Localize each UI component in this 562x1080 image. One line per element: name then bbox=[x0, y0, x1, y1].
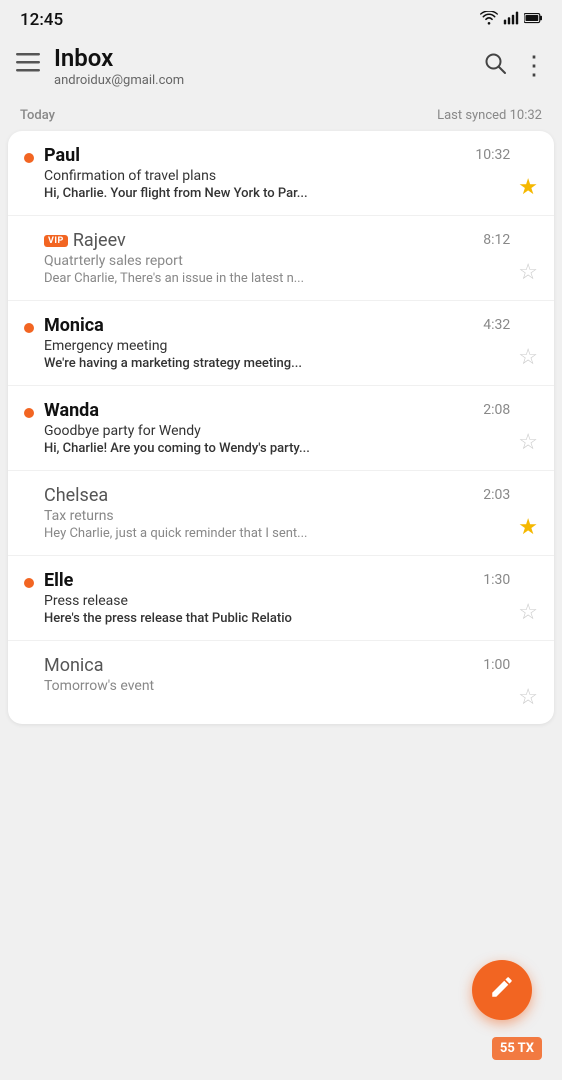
star-button[interactable]: ☆ bbox=[518, 345, 538, 370]
email-subject: Quatrterly sales report bbox=[44, 253, 510, 269]
email-sender: Elle bbox=[44, 570, 73, 591]
star-button[interactable]: ☆ bbox=[518, 430, 538, 455]
unread-indicator bbox=[24, 408, 34, 418]
email-time: 2:03 bbox=[483, 487, 510, 503]
email-content: VIPRajeev 8:12 Quatrterly sales report D… bbox=[44, 230, 510, 286]
email-time: 1:30 bbox=[483, 572, 510, 588]
email-time: 10:32 bbox=[475, 147, 510, 163]
status-time: 12:45 bbox=[20, 10, 63, 30]
email-subject: Tomorrow's event bbox=[44, 678, 510, 694]
email-content: Monica 4:32 Emergency meeting We're havi… bbox=[44, 315, 510, 371]
email-preview: Hi, Charlie! Are you coming to Wendy's p… bbox=[44, 441, 414, 456]
email-sender-row: Chelsea 2:03 bbox=[44, 485, 510, 506]
star-button[interactable]: ☆ bbox=[518, 600, 538, 625]
email-time: 4:32 bbox=[483, 317, 510, 333]
star-empty-icon: ☆ bbox=[518, 430, 538, 455]
email-preview: We're having a marketing strategy meetin… bbox=[44, 356, 414, 371]
email-content: Monica 1:00 Tomorrow's event bbox=[44, 655, 510, 696]
unread-indicator bbox=[24, 153, 34, 163]
email-sender-row: Paul 10:32 bbox=[44, 145, 510, 166]
email-sender-row: Elle 1:30 bbox=[44, 570, 510, 591]
wifi-icon bbox=[480, 11, 498, 29]
toolbar-title-group: Inbox androidux@gmail.com bbox=[54, 44, 483, 88]
star-button[interactable]: ★ bbox=[518, 515, 538, 540]
compose-fab[interactable] bbox=[472, 960, 532, 1020]
star-empty-icon: ☆ bbox=[518, 685, 538, 710]
star-icon: ★ bbox=[518, 175, 538, 200]
page-title: Inbox bbox=[54, 44, 483, 73]
email-preview: Dear Charlie, There's an issue in the la… bbox=[44, 271, 414, 286]
signal-icon bbox=[503, 11, 519, 29]
email-item-paul[interactable]: Paul 10:32 Confirmation of travel plans … bbox=[8, 131, 554, 216]
star-icon: ★ bbox=[518, 515, 538, 540]
compose-icon bbox=[489, 974, 515, 1006]
email-item-rajeev[interactable]: VIPRajeev 8:12 Quatrterly sales report D… bbox=[8, 216, 554, 301]
email-content: Wanda 2:08 Goodbye party for Wendy Hi, C… bbox=[44, 400, 510, 456]
email-sender-row: Monica 4:32 bbox=[44, 315, 510, 336]
account-subtitle: androidux@gmail.com bbox=[54, 73, 483, 88]
toolbar: Inbox androidux@gmail.com ⋮ bbox=[0, 36, 562, 100]
email-item-wanda[interactable]: Wanda 2:08 Goodbye party for Wendy Hi, C… bbox=[8, 386, 554, 471]
star-empty-icon: ☆ bbox=[518, 600, 538, 625]
email-sender: Monica bbox=[44, 655, 104, 676]
email-subject: Confirmation of travel plans bbox=[44, 168, 510, 184]
battery-icon bbox=[524, 12, 542, 28]
email-preview: Hey Charlie, just a quick reminder that … bbox=[44, 526, 414, 541]
email-time: 2:08 bbox=[483, 402, 510, 418]
email-sender-row: VIPRajeev 8:12 bbox=[44, 230, 510, 251]
email-sender: Chelsea bbox=[44, 485, 108, 506]
email-subject: Goodbye party for Wendy bbox=[44, 423, 510, 439]
vip-tag: VIP bbox=[44, 235, 68, 247]
email-preview: Hi, Charlie. Your flight from New York t… bbox=[44, 186, 414, 201]
email-subject: Tax returns bbox=[44, 508, 510, 524]
unread-indicator bbox=[24, 323, 34, 333]
read-indicator bbox=[24, 663, 34, 673]
email-sender-row: Wanda 2:08 bbox=[44, 400, 510, 421]
email-item-monica1[interactable]: Monica 4:32 Emergency meeting We're havi… bbox=[8, 301, 554, 386]
email-preview: Here's the press release that Public Rel… bbox=[44, 611, 414, 626]
email-time: 1:00 bbox=[483, 657, 510, 673]
email-sender-row: Monica 1:00 bbox=[44, 655, 510, 676]
email-content: Elle 1:30 Press release Here's the press… bbox=[44, 570, 510, 626]
read-indicator bbox=[24, 493, 34, 503]
email-sender: VIPRajeev bbox=[44, 230, 126, 251]
more-options-icon[interactable]: ⋮ bbox=[521, 51, 546, 81]
email-sender: Wanda bbox=[44, 400, 99, 421]
email-item-monica2[interactable]: Monica 1:00 Tomorrow's event ☆ bbox=[8, 641, 554, 724]
status-icons bbox=[480, 11, 542, 29]
email-content: Paul 10:32 Confirmation of travel plans … bbox=[44, 145, 510, 201]
email-subject: Press release bbox=[44, 593, 510, 609]
hamburger-icon[interactable] bbox=[16, 53, 40, 78]
search-icon[interactable] bbox=[483, 51, 507, 81]
email-content: Chelsea 2:03 Tax returns Hey Charlie, ju… bbox=[44, 485, 510, 541]
star-button[interactable]: ★ bbox=[518, 175, 538, 200]
email-time: 8:12 bbox=[483, 232, 510, 248]
section-label: Today bbox=[20, 108, 55, 123]
email-subject: Emergency meeting bbox=[44, 338, 510, 354]
star-empty-icon: ☆ bbox=[518, 260, 538, 285]
email-list: Paul 10:32 Confirmation of travel plans … bbox=[8, 131, 554, 724]
star-empty-icon: ☆ bbox=[518, 345, 538, 370]
email-sender: Monica bbox=[44, 315, 104, 336]
unread-indicator bbox=[24, 578, 34, 588]
email-item-chelsea[interactable]: Chelsea 2:03 Tax returns Hey Charlie, ju… bbox=[8, 471, 554, 556]
email-item-elle[interactable]: Elle 1:30 Press release Here's the press… bbox=[8, 556, 554, 641]
read-indicator bbox=[24, 238, 34, 248]
sync-status: Last synced 10:32 bbox=[437, 108, 542, 123]
star-button[interactable]: ☆ bbox=[518, 685, 538, 710]
section-header: Today Last synced 10:32 bbox=[0, 100, 562, 131]
toolbar-actions: ⋮ bbox=[483, 51, 546, 81]
email-sender: Paul bbox=[44, 145, 80, 166]
watermark: 55 TX bbox=[492, 1037, 542, 1060]
star-button[interactable]: ☆ bbox=[518, 260, 538, 285]
status-bar: 12:45 bbox=[0, 0, 562, 36]
